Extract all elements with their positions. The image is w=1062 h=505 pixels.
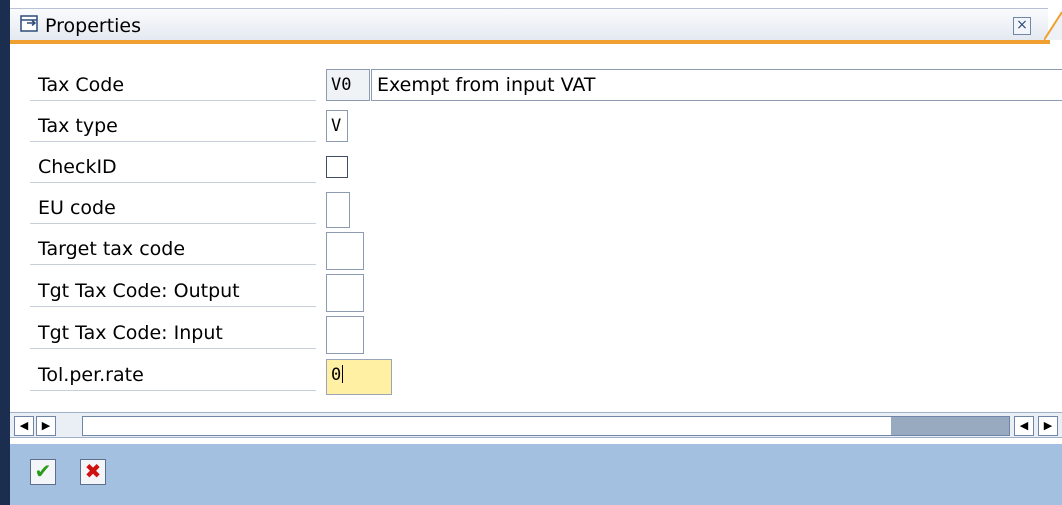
eu-code-label: EU code: [30, 192, 316, 224]
check-id-checkbox[interactable]: [326, 156, 348, 178]
scrollbar-thumb[interactable]: [891, 417, 1009, 435]
tax-type-label: Tax type: [30, 110, 316, 142]
window-icon: [20, 15, 38, 32]
eu-code-field[interactable]: [326, 192, 350, 228]
tgt-tax-code-output-label: Tgt Tax Code: Output: [30, 275, 316, 307]
window-left-border: [0, 0, 10, 505]
close-icon[interactable]: ×: [1013, 17, 1031, 35]
checkmark-icon[interactable]: ✔: [30, 459, 56, 485]
tgt-tax-code-input-field[interactable]: [326, 316, 364, 354]
footer-toolbar: ✔ ✖: [10, 444, 1062, 505]
tol-per-rate-label: Tol.per.rate: [30, 359, 316, 391]
tax-type-field[interactable]: V: [326, 110, 348, 142]
scrollbar-track[interactable]: [82, 416, 1010, 436]
scroll-left-icon[interactable]: ◀: [14, 416, 34, 436]
tol-per-rate-field[interactable]: 0: [326, 359, 392, 395]
target-tax-code-label: Target tax code: [30, 233, 316, 265]
horizontal-scrollbar[interactable]: ◀ ▶ ◀ ▶: [10, 412, 1062, 438]
properties-dialog: Properties × Tax Code V0 Exempt from inp…: [0, 0, 1062, 505]
tax-code-label: Tax Code: [30, 69, 316, 101]
title-corner-decoration: [1044, 11, 1062, 41]
tgt-tax-code-input-label: Tgt Tax Code: Input: [30, 317, 316, 349]
cancel-icon[interactable]: ✖: [80, 459, 106, 485]
window-title: Properties: [45, 15, 142, 37]
title-bar[interactable]: Properties ×: [10, 8, 1048, 40]
text-cursor: [342, 365, 344, 383]
tgt-tax-code-output-field[interactable]: [326, 274, 364, 312]
scroll-right-icon[interactable]: ▶: [36, 416, 56, 436]
check-id-label: CheckID: [30, 151, 316, 183]
scroll-right-icon-2[interactable]: ▶: [1038, 416, 1058, 436]
target-tax-code-field[interactable]: [326, 232, 364, 270]
title-accent-line: [10, 40, 1050, 44]
tol-per-rate-value: 0: [331, 365, 342, 385]
tax-code-description: Exempt from input VAT: [371, 69, 1062, 101]
tax-code-field[interactable]: V0: [326, 69, 370, 101]
scroll-left-icon-2[interactable]: ◀: [1014, 416, 1034, 436]
